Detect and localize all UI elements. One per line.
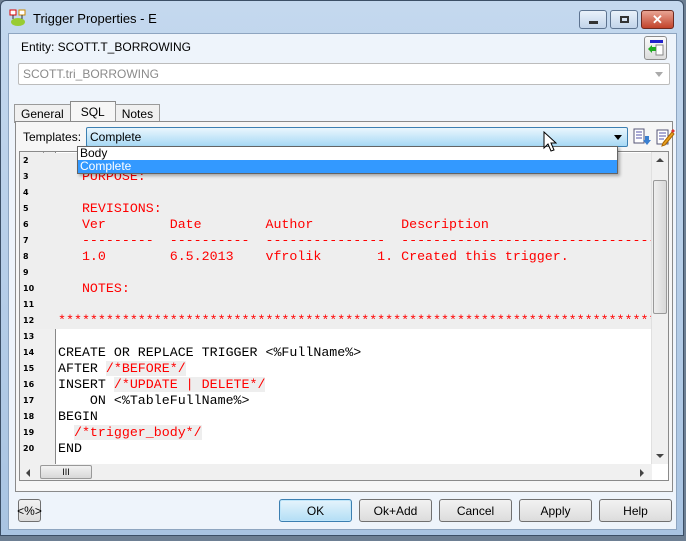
cancel-button[interactable]: Cancel (439, 499, 512, 522)
code-line: 12 **************************************… (20, 313, 668, 329)
line-number: 10 (23, 284, 35, 293)
code-line: 8 1.0 6.5.2013 vfrolik 1. Created this t… (20, 249, 652, 265)
line-number: 16 (23, 380, 35, 389)
mouse-cursor-icon (543, 131, 557, 152)
code-text: AFTER /*BEFORE*/ (56, 361, 186, 377)
vertical-scrollbar[interactable] (651, 152, 668, 464)
line-number: 4 (23, 188, 29, 197)
line-number: 18 (23, 412, 35, 421)
horizontal-scrollbar[interactable]: III (20, 464, 652, 480)
ok-button[interactable]: OK (279, 499, 352, 522)
keyword: INSERT (58, 377, 114, 392)
horizontal-scroll-thumb[interactable]: III (40, 465, 92, 479)
code-text: NOTES: (58, 281, 130, 296)
close-icon: ✕ (652, 11, 663, 27)
code-text: ON <%TableFullName%> (58, 393, 250, 408)
line-number: 11 (23, 300, 35, 309)
line-number: 7 (23, 236, 29, 245)
dialog-window: Trigger Properties - E ✕ Entity: SCOTT.T… (0, 0, 684, 536)
tab-bar: General SQL Notes (14, 101, 161, 123)
code-line: 13 (20, 329, 652, 345)
line-number: 19 (23, 428, 35, 437)
line-number: 8 (23, 252, 29, 261)
line-number: 5 (23, 204, 29, 213)
macro-button[interactable]: <%> (17, 499, 42, 522)
code-line: 7 --------- ---------- --------------- -… (20, 233, 668, 249)
code-line: 18 BEGIN (20, 409, 652, 425)
code-text: /*trigger_body*/ (56, 425, 202, 441)
code-line: 5 REVISIONS: (20, 201, 652, 217)
scroll-down-icon[interactable] (656, 454, 664, 458)
maximize-icon (619, 16, 629, 23)
code-text: --------- ---------- --------------- ---… (58, 233, 669, 248)
code-line: 16 INSERT /*UPDATE | DELETE*/ (20, 377, 652, 393)
code-line: 11 (20, 297, 652, 313)
keyword (58, 425, 74, 440)
code-line: 20 END (20, 441, 652, 457)
minimize-icon (588, 21, 598, 24)
code-text: 1.0 6.5.2013 vfrolik 1. Created this tri… (58, 249, 569, 264)
code-line: 14 CREATE OR REPLACE TRIGGER <%FullName%> (20, 345, 652, 361)
chevron-down-icon (655, 72, 663, 77)
template-option-complete[interactable]: Complete (78, 160, 617, 173)
templates-label: Templates: (23, 130, 82, 144)
line-number: 9 (23, 268, 29, 277)
load-template-icon[interactable] (632, 127, 652, 147)
line-number: 2 (23, 156, 29, 165)
code-text: ****************************************… (58, 313, 669, 328)
code-line: 4 (20, 185, 652, 201)
trigger-name-combobox[interactable]: SCOTT.tri_BORROWING (18, 63, 670, 85)
code-text: INSERT /*UPDATE | DELETE*/ (56, 377, 266, 393)
minimize-button[interactable] (579, 10, 607, 29)
line-number: 20 (23, 444, 35, 453)
inline-comment: /*trigger_body*/ (73, 425, 202, 440)
code-line: 9 (20, 265, 652, 281)
code-text: Ver Date Author Description (58, 217, 489, 232)
line-number: 14 (23, 348, 35, 357)
trigger-name-value: SCOTT.tri_BORROWING (23, 67, 160, 81)
go-to-entity-icon (648, 40, 664, 56)
dialog-client: Entity: SCOTT.T_BORROWING SCOTT.tri_BORR… (8, 33, 677, 530)
edit-template-icon[interactable] (655, 127, 675, 147)
code-line: 6 Ver Date Author Description (20, 217, 652, 233)
line-number: 3 (23, 172, 29, 181)
templates-dropdown-list: Body Complete (77, 146, 618, 174)
line-number: 13 (23, 332, 35, 341)
help-button[interactable]: Help (599, 499, 672, 522)
code-line: 15 AFTER /*BEFORE*/ (20, 361, 652, 377)
code-line: 10 NOTES: (20, 281, 652, 297)
scroll-left-icon[interactable] (26, 469, 30, 477)
code-line: 19 /*trigger_body*/ (20, 425, 652, 441)
tab-sql[interactable]: SQL (69, 101, 116, 123)
code-text: END (58, 441, 82, 456)
window-title: Trigger Properties - E (33, 11, 157, 26)
vertical-scroll-thumb[interactable] (653, 180, 667, 314)
chevron-down-icon (614, 135, 622, 140)
sql-tab-panel: Templates: Complete 23 PURPOSE: 4 5 REVISI… (15, 121, 675, 492)
template-option-body[interactable]: Body (78, 147, 617, 160)
line-number: 12 (23, 316, 35, 325)
line-number: 17 (23, 396, 35, 405)
line-number: 15 (23, 364, 35, 373)
inline-comment: /*BEFORE*/ (105, 361, 186, 376)
code-text: REVISIONS: (58, 201, 162, 216)
ok-add-button[interactable]: Ok+Add (359, 499, 432, 522)
maximize-button[interactable] (610, 10, 638, 29)
code-text: BEGIN (58, 409, 98, 424)
code-text: CREATE OR REPLACE TRIGGER <%FullName%> (58, 345, 362, 360)
scroll-up-icon[interactable] (656, 158, 664, 162)
entity-label: Entity: SCOTT.T_BORROWING (21, 40, 192, 54)
templates-selected-value: Complete (90, 130, 142, 144)
go-to-entity-button[interactable] (644, 36, 667, 60)
trigger-app-icon (9, 9, 26, 26)
keyword: AFTER (58, 361, 106, 376)
apply-button[interactable]: Apply (519, 499, 592, 522)
close-button[interactable]: ✕ (641, 10, 674, 29)
code-line: 17 ON <%TableFullName%> (20, 393, 652, 409)
line-number: 6 (23, 220, 29, 229)
scroll-right-icon[interactable] (640, 469, 644, 477)
inline-comment: /*UPDATE | DELETE*/ (113, 377, 266, 392)
sql-editor[interactable]: 23 PURPOSE: 4 5 REVISIONS: 6 Ver Date Autho… (19, 151, 669, 481)
